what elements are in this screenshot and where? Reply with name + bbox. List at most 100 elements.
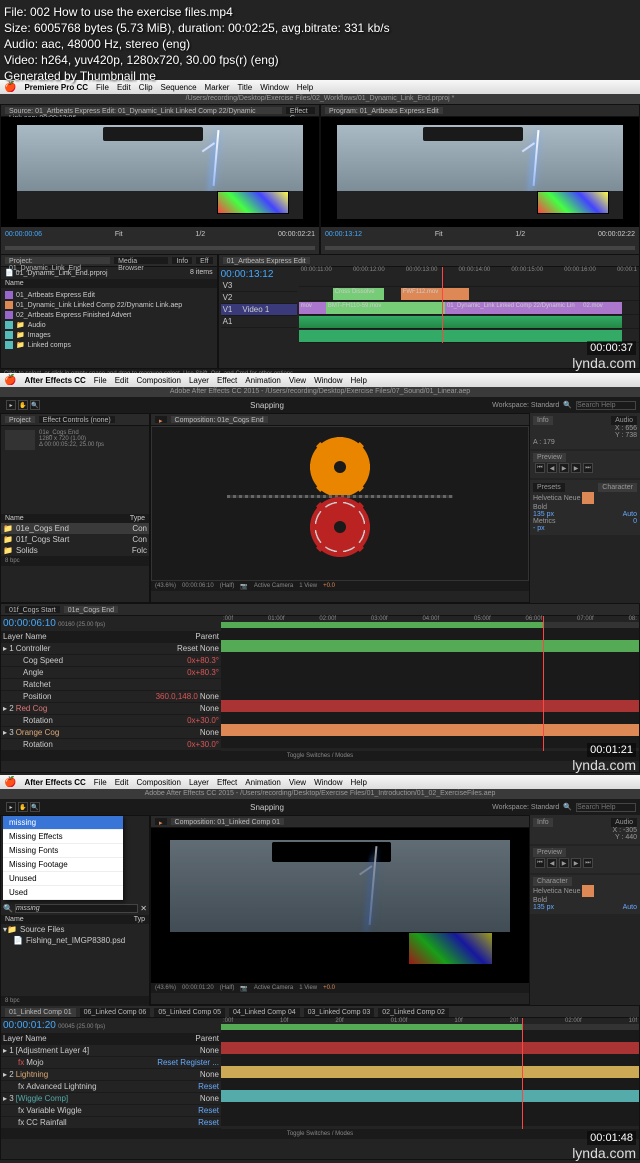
tl-tab-2[interactable]: 01e_Cogs End xyxy=(64,606,118,613)
weight-select[interactable]: Bold xyxy=(533,504,637,511)
sequence-tab[interactable]: 01_Artbeats Express Edit xyxy=(223,257,310,264)
source-tc-in[interactable]: 00:00:00:06 xyxy=(5,231,42,238)
project-tree[interactable]: 01_Artbeats Express Edit 01_Dynamic_Link… xyxy=(1,288,217,352)
composition-panel[interactable]: ▸ Composition: 01e_Cogs End (43.6%) 00:0… xyxy=(150,413,530,603)
clip-dynamic-link[interactable]: 01_Dynamic_Link Linked Comp 22/Dynamic L… xyxy=(445,302,581,314)
source-controls[interactable]: 00:00:00:06 Fit 1/2 00:00:02:21 xyxy=(1,227,319,241)
project-tab[interactable]: Project xyxy=(5,416,35,423)
program-viewer[interactable] xyxy=(321,117,639,227)
last-frame-button[interactable]: ⏭ xyxy=(583,463,593,473)
bpc-indicator[interactable]: 8 bpc xyxy=(5,558,20,564)
font-select[interactable]: Helvetica Neue xyxy=(533,888,580,895)
watermark: lynda.com xyxy=(572,757,636,773)
snapping-toggle[interactable]: Snapping xyxy=(250,803,284,812)
clip-mov[interactable]: mov xyxy=(299,302,326,314)
audio-clip[interactable] xyxy=(299,316,622,328)
bpc-indicator[interactable]: 8 bpc xyxy=(5,998,20,1004)
snapping-toggle[interactable]: Snapping xyxy=(250,401,284,410)
tl-tab[interactable]: 04_Linked Comp 04 xyxy=(229,1008,300,1017)
popup-item[interactable]: Missing Effects xyxy=(3,830,123,844)
tl-tab[interactable]: 06_Linked Comp 06 xyxy=(80,1008,151,1017)
effect-controls-tab[interactable]: Effect Controls (none) xyxy=(39,416,115,423)
name-header[interactable]: Name xyxy=(5,515,24,522)
type-header[interactable]: Typ xyxy=(134,916,145,923)
popup-item[interactable]: missing xyxy=(3,816,123,830)
timeline-panel[interactable]: 01f_Cogs Start 01e_Cogs End 00:00:06:10 … xyxy=(0,603,640,773)
popup-item[interactable]: Missing Footage xyxy=(3,858,123,872)
font-select[interactable]: Helvetica Neue xyxy=(533,495,580,502)
project-file-icon: 📄 01_Dynamic_Link_End.prproj xyxy=(5,269,108,277)
weight-select[interactable]: Bold xyxy=(533,897,637,904)
program-controls[interactable]: 00:00:13:12 Fit 1/2 00:00:02:22 xyxy=(321,227,639,241)
color-swatch[interactable] xyxy=(582,492,594,504)
fit-select[interactable]: Fit xyxy=(115,231,123,238)
audio-clip[interactable] xyxy=(299,330,622,342)
search-input[interactable] xyxy=(576,803,636,812)
list-item[interactable]: 📁01f_Cogs StartCon xyxy=(1,534,149,545)
tool-hand[interactable]: ✋ xyxy=(18,400,28,410)
popup-item[interactable]: Used xyxy=(3,886,123,900)
playhead[interactable] xyxy=(522,1018,523,1129)
clear-search-icon[interactable]: ✕ xyxy=(140,904,147,913)
tl-tab-1[interactable]: 01f_Cogs Start xyxy=(5,606,60,613)
tl-tab[interactable]: 03_Linked Comp 03 xyxy=(304,1008,375,1017)
timeline-panel[interactable]: 01_Artbeats Express Edit 00:00:13:12 V3 … xyxy=(218,254,640,369)
toggle-switches[interactable]: Toggle Switches / Modes xyxy=(287,1131,353,1137)
clip-cross-dissolve[interactable]: Cross Dissolve xyxy=(333,288,384,300)
clip-02mov[interactable]: 02.mov xyxy=(581,302,622,314)
clip-bmt[interactable]: BMT-FH110-59.mov xyxy=(326,302,445,314)
list-item[interactable]: 📁01e_Cogs EndCon xyxy=(1,523,149,534)
list-item[interactable]: ▾📁Source Files xyxy=(1,924,149,935)
file-name: File: 002 How to use the exercise files.… xyxy=(4,4,390,20)
list-item[interactable]: 📁SolidsFolc xyxy=(1,545,149,556)
prev-frame-button[interactable]: ◀ xyxy=(547,858,557,868)
color-swatch[interactable] xyxy=(582,885,594,897)
workspace-label[interactable]: Workspace: Standard xyxy=(492,402,559,409)
comp-tab[interactable]: Composition: 01_Linked Comp 01 xyxy=(171,818,284,825)
menubar[interactable]: 🍎 After Effects CC File Edit Composition… xyxy=(0,373,640,387)
apple-icon[interactable]: 🍎 xyxy=(4,777,16,788)
tool-zoom[interactable]: 🔍 xyxy=(30,400,40,410)
menubar[interactable]: 🍎 After Effects CC File Edit Composition… xyxy=(0,775,640,789)
timeline-tc[interactable]: 00:00:06:10 xyxy=(3,618,56,629)
search-dropdown[interactable]: missing Missing Effects Missing Fonts Mi… xyxy=(3,816,123,900)
source-tab[interactable]: Source: 01_Artbeats Express Edit: 01_Dyn… xyxy=(5,107,282,114)
popup-item[interactable]: Missing Fonts xyxy=(3,844,123,858)
last-frame-button[interactable]: ⏭ xyxy=(583,858,593,868)
source-viewer[interactable] xyxy=(1,117,319,227)
toggle-switches[interactable]: Toggle Switches / Modes xyxy=(287,753,353,759)
playhead[interactable] xyxy=(543,616,544,751)
program-tab[interactable]: Program: 01_Artbeats Express Edit xyxy=(325,107,443,114)
comp-tab[interactable]: Composition: 01e_Cogs End xyxy=(171,416,268,423)
program-tc[interactable]: 00:00:13:12 xyxy=(325,231,362,238)
timeline-panel[interactable]: 01_Linked Comp 01 06_Linked Comp 06 05_L… xyxy=(0,1005,640,1160)
first-frame-button[interactable]: ⏮ xyxy=(535,463,545,473)
project-search-input[interactable] xyxy=(15,904,138,913)
first-frame-button[interactable]: ⏮ xyxy=(535,858,545,868)
name-header[interactable]: Name xyxy=(5,916,24,923)
tl-tab[interactable]: 02_Linked Comp 02 xyxy=(378,1008,449,1017)
timeline-tc[interactable]: 00:00:13:12 xyxy=(221,269,297,280)
list-item: 01_Artbeats Express Edit xyxy=(3,290,215,300)
composition-panel[interactable]: ▸ Composition: 01_Linked Comp 01 (43.6%)… xyxy=(150,815,530,1005)
workspace-label[interactable]: Workspace: Standard xyxy=(492,804,559,811)
play-button[interactable]: ▶ xyxy=(559,463,569,473)
next-frame-button[interactable]: ▶ xyxy=(571,858,581,868)
prev-frame-button[interactable]: ◀ xyxy=(547,463,557,473)
type-header[interactable]: Type xyxy=(130,515,145,522)
tl-tab[interactable]: 01_Linked Comp 01 xyxy=(5,1008,76,1017)
effect-tab[interactable]: Effect C xyxy=(286,107,315,114)
tl-tab[interactable]: 05_Linked Comp 05 xyxy=(154,1008,225,1017)
next-frame-button[interactable]: ▶ xyxy=(571,463,581,473)
apple-icon[interactable]: 🍎 xyxy=(4,375,16,386)
timeline-tc[interactable]: 00:00:01:20 xyxy=(3,1020,56,1031)
clip-fwf[interactable]: FWF112.mov xyxy=(401,288,469,300)
tool-selection[interactable]: ▸ xyxy=(6,400,16,410)
search-input[interactable] xyxy=(576,401,636,410)
popup-item[interactable]: Unused xyxy=(3,872,123,886)
name-header[interactable]: Name xyxy=(1,279,217,288)
search-icon: 🔍 xyxy=(563,401,572,409)
project-tab[interactable]: Project: 01_Dynamic_Link_End xyxy=(5,257,110,264)
list-item[interactable]: 📄Fishing_net_IMGP8380.psd xyxy=(1,935,149,946)
play-button[interactable]: ▶ xyxy=(559,858,569,868)
